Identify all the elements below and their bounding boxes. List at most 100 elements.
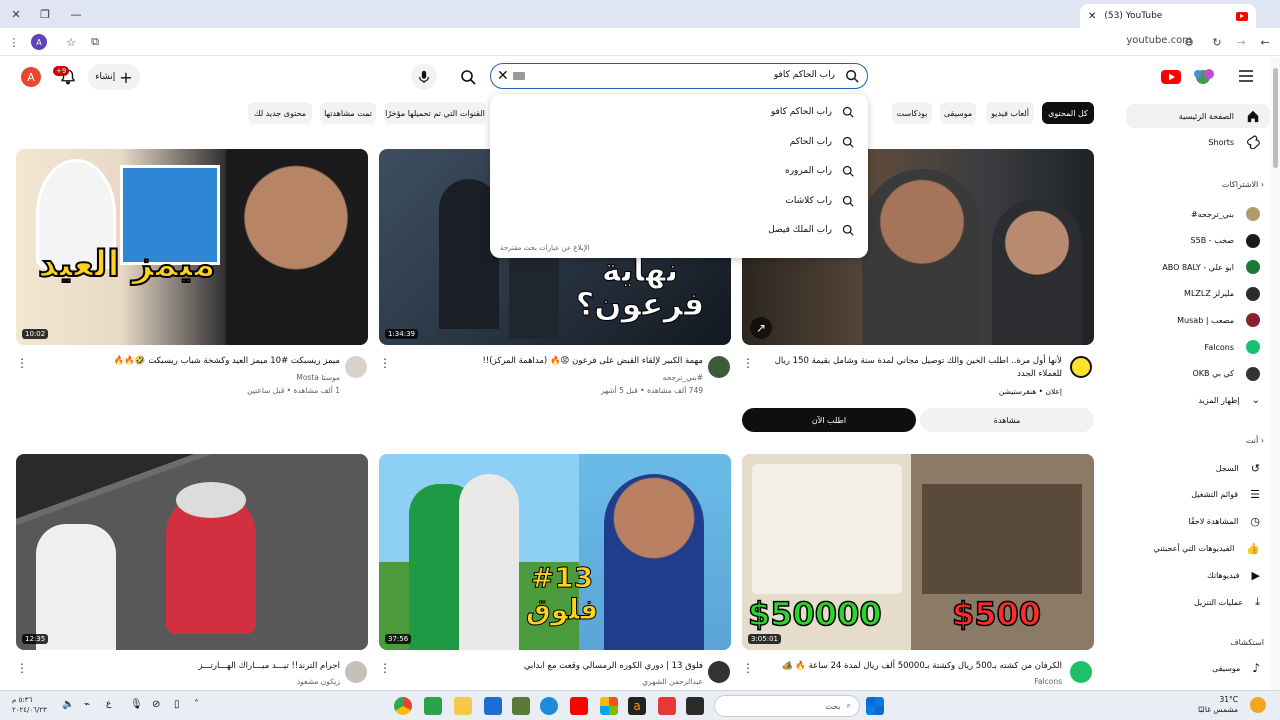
filter-chip[interactable]: بودكاست bbox=[892, 102, 932, 124]
channel-avatar[interactable] bbox=[1070, 661, 1092, 683]
account-avatar[interactable]: A bbox=[21, 67, 41, 87]
more-actions-icon[interactable]: ⋮ bbox=[742, 661, 754, 675]
mic-tray-icon[interactable]: 🎙 bbox=[130, 699, 143, 710]
filter-chip[interactable]: موسيقى bbox=[940, 102, 976, 124]
tab-close-icon[interactable]: ✕ bbox=[1088, 11, 1096, 22]
video-title[interactable]: فلوق 13 | دوري الكوره الرمسالي وقعت مع ا… bbox=[400, 660, 703, 673]
video-title[interactable]: اجرام الترند!! تيـــد ميـــاراك الهـــار… bbox=[40, 660, 340, 673]
search-suggestion[interactable]: راب المروره bbox=[785, 161, 854, 181]
video-title[interactable]: الكرفان من كشته بـ500 ريال وكشتة بـ50000… bbox=[762, 660, 1062, 673]
video-thumbnail[interactable]: 12:35 bbox=[16, 454, 368, 650]
you-header[interactable]: أنت › bbox=[1246, 436, 1264, 445]
speaker-icon[interactable]: 🔈 bbox=[62, 699, 74, 710]
network-icon[interactable]: ⌁ bbox=[84, 699, 90, 710]
filter-chip[interactable]: تمت مشاهدتها bbox=[320, 102, 376, 124]
more-actions-icon[interactable]: ⋮ bbox=[379, 356, 391, 370]
edge-icon[interactable] bbox=[540, 697, 558, 715]
ad-title[interactable]: لأنها أول مرة.. اطلب الحين والك توصيل مج… bbox=[762, 355, 1062, 381]
create-button[interactable]: إنشاء + bbox=[88, 64, 140, 90]
video-thumbnail[interactable]: ميمز العيد 10:02 bbox=[16, 149, 368, 345]
filter-chip[interactable]: كل المحتوى bbox=[1042, 102, 1094, 124]
video-title[interactable]: ميمز ريسبكت #10 ميمز العيد وكشخة شباب ري… bbox=[40, 355, 340, 368]
sidebar-subscription[interactable]: ABO 8ALY - ابو علي bbox=[1126, 255, 1270, 279]
browser-tab[interactable]: ✕ (53) YouTube bbox=[1080, 4, 1256, 28]
more-actions-icon[interactable]: ⋮ bbox=[16, 356, 28, 370]
show-more-subscriptions[interactable]: إظهار المزيد ⌄ bbox=[1126, 388, 1270, 412]
install-app-icon[interactable]: ⧉ bbox=[87, 34, 103, 50]
page-scrollbar[interactable] bbox=[1271, 58, 1280, 690]
file-explorer-icon[interactable] bbox=[454, 697, 472, 715]
channel-avatar[interactable] bbox=[708, 356, 730, 378]
sidebar-item-music[interactable]: موسيقى ♪ bbox=[1126, 656, 1270, 680]
chrome-taskbar-icon[interactable] bbox=[394, 697, 412, 715]
bookmark-star-icon[interactable]: ☆ bbox=[63, 34, 79, 50]
search-suggestion[interactable]: راب كلاشات bbox=[785, 191, 854, 211]
subscriptions-header[interactable]: الاشتراكات › bbox=[1222, 180, 1264, 189]
restore-window-icon[interactable]: ❐ bbox=[29, 0, 61, 28]
ad-cta-button[interactable]: اطلب الآن bbox=[742, 408, 916, 432]
input-language-icon[interactable]: ع bbox=[106, 699, 111, 709]
taskbar-search[interactable]: بحث ⌕ bbox=[714, 695, 860, 717]
search-suggestion[interactable]: راب الحاكم كافو bbox=[771, 102, 854, 122]
video-channel[interactable]: Falcons bbox=[762, 676, 1062, 687]
reload-icon[interactable]: ↻ bbox=[1209, 34, 1225, 50]
clear-search-icon[interactable]: ✕ bbox=[497, 68, 509, 84]
channel-avatar[interactable] bbox=[345, 661, 367, 683]
sidebar-item-shorts[interactable]: Shorts bbox=[1126, 130, 1270, 154]
close-window-icon[interactable]: ✕ bbox=[0, 0, 32, 28]
search-suggestion[interactable]: راب الحاكم bbox=[790, 132, 854, 152]
more-actions-icon[interactable]: ⋮ bbox=[16, 661, 28, 675]
video-channel[interactable]: موستا Mosta bbox=[40, 372, 340, 383]
sidebar-subscription[interactable]: S5B - صخب bbox=[1126, 229, 1270, 253]
video-title[interactable]: مهمة الكبير لإلقاء القبض على فرعون 😡🔥 (م… bbox=[400, 355, 703, 368]
windows-start-icon[interactable] bbox=[866, 697, 884, 715]
more-actions-icon[interactable]: ⋮ bbox=[379, 661, 391, 675]
youtube-logo[interactable] bbox=[1161, 67, 1223, 87]
show-hidden-icons[interactable]: ˄ bbox=[194, 699, 199, 710]
video-channel[interactable]: #بني_ترجحه bbox=[400, 372, 703, 383]
search-suggestion[interactable]: راب الملك فيصل bbox=[768, 220, 854, 240]
sidebar-subscription[interactable]: #بني_ترجحه bbox=[1126, 202, 1270, 226]
search-button[interactable] bbox=[454, 63, 482, 91]
back-icon[interactable]: ← bbox=[1257, 34, 1273, 50]
more-actions-icon[interactable]: ⋮ bbox=[742, 356, 754, 370]
guide-menu-icon[interactable] bbox=[1238, 69, 1254, 83]
sidebar-item-you[interactable]: قوائم التشغيل ☰ bbox=[1126, 483, 1270, 507]
keyboard-icon[interactable] bbox=[513, 72, 525, 80]
sidebar-item-you[interactable]: الفيديوهات التي أعجبتني 👍 bbox=[1126, 536, 1270, 560]
sidebar-item-you[interactable]: المشاهدة لاحقًا ◷ bbox=[1126, 510, 1270, 534]
site-settings-icon[interactable]: ⚙ bbox=[1181, 34, 1197, 50]
forward-icon[interactable]: → bbox=[1233, 34, 1249, 50]
system-clock[interactable]: ٥:٣٦ م ٢٠٢٤/٠٦/٢٣ bbox=[12, 695, 47, 715]
open-link-icon[interactable]: ↗ bbox=[750, 317, 772, 339]
video-channel[interactable]: زيكون مشعوذ bbox=[40, 676, 340, 687]
advertiser-logo[interactable] bbox=[1070, 356, 1092, 378]
filter-chip[interactable]: ألعاب فيديو bbox=[986, 102, 1034, 124]
report-suggestions-link[interactable]: الإبلاغ عن عبارات بحث مقترحة bbox=[500, 244, 590, 252]
sidebar-item-home[interactable]: الصفحة الرئيسية bbox=[1126, 104, 1270, 128]
weather-widget[interactable]: 31°C مشمس غالبًا bbox=[1198, 695, 1238, 715]
sidebar-item-you[interactable]: عمليات التنزيل ⤓ bbox=[1126, 590, 1270, 614]
store-icon[interactable] bbox=[600, 697, 618, 715]
video-thumbnail[interactable]: #13 فلوق 37:56 bbox=[379, 454, 731, 650]
sidebar-item-you[interactable]: السجل ↺ bbox=[1126, 456, 1270, 480]
scrollbar-thumb[interactable] bbox=[1273, 68, 1278, 168]
battery-icon[interactable]: ▯ bbox=[174, 699, 180, 710]
sidebar-subscription[interactable]: MLZLZ مليزلز bbox=[1126, 282, 1270, 306]
video-channel[interactable]: عبدالرحمن الشهري bbox=[400, 676, 703, 687]
youtube-taskbar-icon[interactable] bbox=[570, 697, 588, 715]
sidebar-item-you[interactable]: فيديوهاتك ▶ bbox=[1126, 563, 1270, 587]
channel-avatar[interactable] bbox=[345, 356, 367, 378]
menu-icon[interactable]: ⋮ bbox=[6, 34, 22, 50]
filter-chip[interactable]: القنوات التي تم تحميلها مؤخرًا bbox=[384, 102, 486, 124]
search-input[interactable]: ✕ راب الحاكم كافو bbox=[490, 63, 868, 89]
video-thumbnail[interactable]: $50000 $500 3:05:01 bbox=[742, 454, 1094, 650]
app-taskbar-icon[interactable] bbox=[424, 697, 442, 715]
minecraft-icon[interactable] bbox=[512, 697, 530, 715]
app-taskbar-icon[interactable] bbox=[484, 697, 502, 715]
filter-chip[interactable]: محتوى جديد لك bbox=[248, 102, 312, 124]
sidebar-subscription[interactable]: Falcons bbox=[1126, 335, 1270, 359]
tray-icon[interactable]: ⊘ bbox=[152, 699, 160, 710]
channel-avatar[interactable] bbox=[708, 661, 730, 683]
voice-search-button[interactable] bbox=[411, 64, 437, 90]
